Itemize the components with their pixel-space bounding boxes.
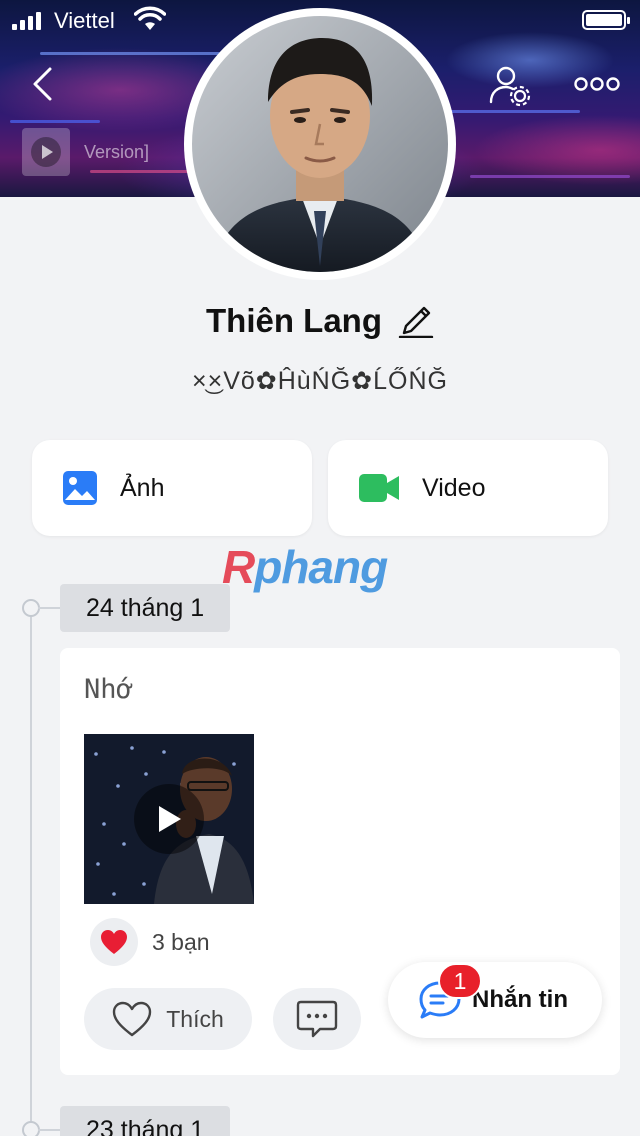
user-settings-icon [489, 66, 531, 107]
post-video-thumbnail[interactable] [84, 734, 254, 904]
like-button[interactable]: Thích [84, 988, 252, 1050]
message-label: Nhắn tin [472, 986, 568, 1013]
profile-name: Thiên Lang [206, 301, 382, 339]
avatar-photo [192, 16, 448, 272]
heart-outline-icon [113, 1001, 152, 1037]
profile-nickname: ×͜×Võ✿ĤùŃĞ✿ĹŐŃĞ [192, 367, 448, 395]
profile-settings-button[interactable] [486, 62, 534, 110]
cover-music-label: Version] [84, 141, 150, 162]
edit-name-button[interactable] [398, 298, 434, 343]
video-camera-icon [359, 474, 399, 502]
play-button[interactable] [134, 784, 204, 854]
timeline-connector [38, 607, 62, 609]
videos-label: Video [422, 473, 486, 502]
pencil-icon [398, 306, 434, 339]
profile-avatar[interactable] [184, 8, 456, 280]
date-chip: 23 tháng 1 [60, 1106, 231, 1136]
comment-icon [296, 1000, 338, 1038]
reactions-summary[interactable]: 3 bạn [90, 918, 210, 966]
photo-icon [63, 471, 97, 505]
photos-button[interactable]: Ảnh [32, 440, 312, 536]
comment-button[interactable] [273, 988, 361, 1050]
heart-reaction-icon [90, 918, 138, 966]
date-chip: 24 tháng 1 [60, 584, 231, 632]
unread-badge: 1 [438, 963, 482, 999]
timeline-line [30, 608, 32, 1136]
battery-icon [582, 10, 630, 30]
reactions-count: 3 bạn [152, 928, 210, 955]
more-dots-icon [574, 77, 620, 91]
play-icon [159, 806, 181, 832]
videos-button[interactable]: Video [328, 440, 608, 536]
photos-label: Ảnh [120, 473, 165, 502]
more-options-button[interactable] [572, 66, 622, 102]
message-button[interactable]: Nhắn tin [388, 962, 602, 1038]
cover-music-tag[interactable]: Version] [22, 128, 149, 176]
play-circle-icon [22, 128, 70, 176]
back-button[interactable] [22, 62, 62, 106]
chevron-left-icon [33, 67, 52, 101]
timeline-connector [38, 1129, 62, 1131]
watermark-logo: Rphang [222, 541, 388, 593]
like-label: Thích [166, 1005, 224, 1032]
post-text: Nhớ [84, 674, 133, 705]
